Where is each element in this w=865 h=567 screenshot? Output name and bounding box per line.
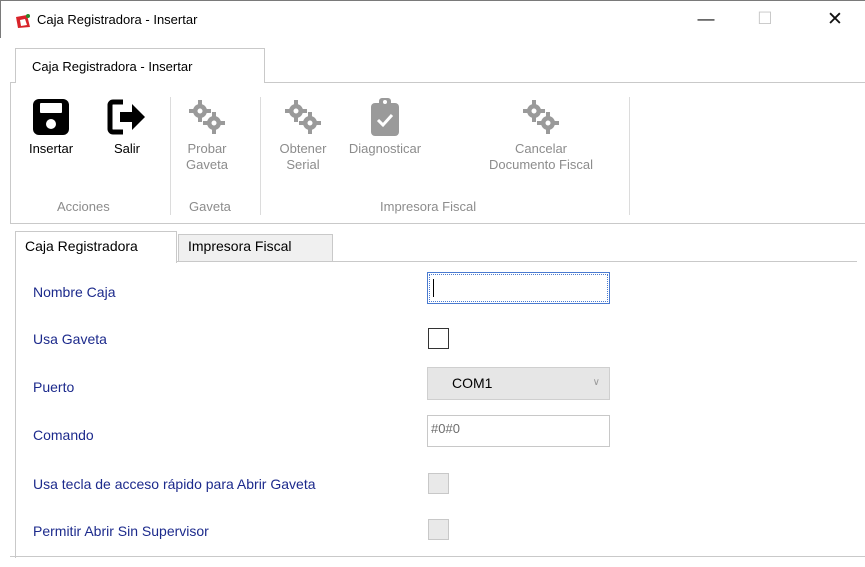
probar-label-2: Gaveta [186, 157, 228, 172]
insertar-label: Insertar [28, 141, 74, 156]
salir-label: Salir [113, 141, 140, 156]
usa-gaveta-checkbox[interactable] [428, 328, 449, 349]
permitir-label: Permitir Abrir Sin Supervisor [33, 523, 209, 539]
cancelar-label-1: Cancelar [514, 141, 568, 156]
group-label-gaveta: Gaveta [189, 199, 231, 214]
ribbon: Insertar Salir Probar Gaveta Obtener Ser… [10, 82, 865, 224]
puerto-label: Puerto [33, 379, 75, 395]
nombre-caja-input[interactable] [427, 272, 610, 304]
group-label-acciones: Acciones [57, 199, 110, 214]
chevron-down-icon: ∨ [592, 377, 600, 388]
group-label-impresora: Impresora Fiscal [380, 199, 477, 214]
title-bar: Caja Registradora - Insertar — ☐ ✕ [0, 0, 865, 38]
obtener-serial-button[interactable]: Obtener Serial [273, 97, 333, 173]
tecla-acceso-checkbox[interactable] [428, 473, 449, 494]
bottom-divider [10, 556, 865, 557]
salir-button[interactable]: Salir [105, 97, 149, 157]
probar-label-1: Probar [187, 141, 227, 156]
insertar-button[interactable]: Insertar [25, 97, 77, 157]
maximize-button[interactable]: ☐ [742, 1, 788, 37]
tecla-acceso-label: Usa tecla de acceso rápido para Abrir Ga… [33, 476, 316, 492]
separator [629, 97, 630, 215]
nombre-caja-label: Nombre Caja [33, 284, 116, 300]
serial-label-2: Serial [286, 157, 320, 172]
cancelar-label-2: Documento Fiscal [488, 157, 594, 172]
gears-icon [189, 100, 225, 134]
comando-value: #0#0 [431, 421, 460, 436]
minimize-button[interactable]: — [683, 1, 729, 37]
gears-icon [523, 100, 559, 134]
window-title: Caja Registradora - Insertar [37, 12, 198, 27]
comando-label: Comando [33, 427, 94, 443]
usa-gaveta-label: Usa Gaveta [33, 331, 107, 347]
puerto-value: COM1 [452, 375, 493, 391]
form-panel [15, 262, 857, 558]
probar-gaveta-button[interactable]: Probar Gaveta [181, 97, 233, 173]
text-caret [433, 279, 434, 297]
gears-icon [285, 100, 321, 134]
puerto-select[interactable]: COM1 ∨ [427, 367, 610, 400]
diagnosticar-label: Diagnosticar [348, 141, 422, 156]
ribbon-tab[interactable]: Caja Registradora - Insertar [15, 48, 265, 83]
separator [260, 97, 261, 215]
separator [170, 97, 171, 215]
tab-caja-registradora[interactable]: Caja Registradora [15, 231, 177, 263]
app-icon [16, 14, 30, 28]
tab-impresora-fiscal[interactable]: Impresora Fiscal [178, 234, 333, 262]
comando-input[interactable]: #0#0 [427, 415, 610, 447]
permitir-checkbox[interactable] [428, 519, 449, 540]
save-icon [33, 99, 69, 135]
serial-label-1: Obtener [279, 141, 327, 156]
diagnosticar-button[interactable]: Diagnosticar [341, 97, 429, 157]
clipboard-check-icon [371, 98, 399, 136]
cancelar-documento-button[interactable]: Cancelar Documento Fiscal [466, 97, 616, 173]
exit-icon [107, 99, 145, 135]
close-button[interactable]: ✕ [812, 1, 858, 37]
